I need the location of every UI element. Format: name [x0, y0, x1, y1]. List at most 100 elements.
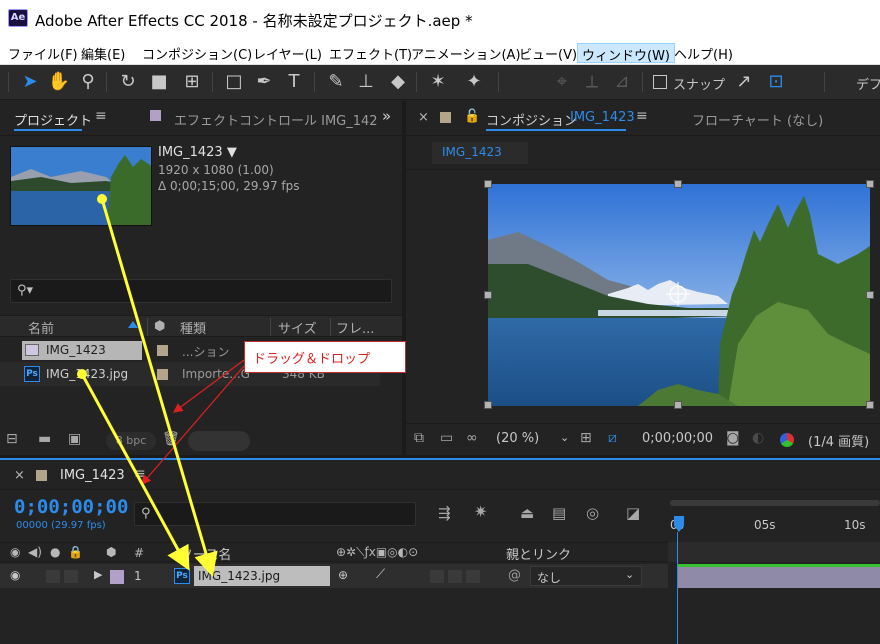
column-type[interactable]: 種類: [180, 318, 206, 338]
video-visibility-icon[interactable]: ◉: [10, 545, 20, 559]
world-axis-icon[interactable]: ⟂: [580, 69, 604, 95]
menu-window[interactable]: ウィンドウ(W): [577, 43, 675, 64]
snap-target-icon[interactable]: ⊡: [764, 69, 788, 95]
region-of-interest-icon[interactable]: ⧄: [608, 430, 617, 446]
monitor-icon[interactable]: ▭: [440, 430, 453, 446]
roto-brush-tool-icon[interactable]: ✶: [426, 69, 450, 95]
menu-file[interactable]: ファイル(F): [4, 43, 82, 63]
show-snapshot-icon[interactable]: ◐: [752, 430, 764, 446]
layer-row[interactable]: ◉ ▶ 1 Ps IMG_1423.jpg ⊕ ⟋ @ なし ⌄: [0, 564, 668, 588]
layer-visibility-eye-icon[interactable]: ◉: [10, 568, 20, 582]
panel-overflow-chevron-icon[interactable]: »: [382, 107, 391, 125]
transform-handle[interactable]: [484, 401, 492, 409]
transform-handle[interactable]: [484, 180, 492, 188]
composition-mini-flowchart-icon[interactable]: ⇶: [438, 504, 451, 522]
work-area-bar[interactable]: [670, 500, 880, 506]
transform-handle[interactable]: [484, 291, 492, 299]
tab-project[interactable]: プロジェクト: [14, 110, 92, 129]
pen-tool-icon[interactable]: ✒: [252, 69, 276, 95]
always-preview-icon[interactable]: ⧉: [414, 430, 424, 446]
column-name[interactable]: 名前: [28, 318, 54, 338]
selection-tool-icon[interactable]: ➤: [18, 69, 42, 95]
menu-view[interactable]: ビュー(V): [515, 43, 581, 63]
tab-effect-controls[interactable]: エフェクトコントロール IMG_142: [174, 110, 378, 129]
composition-tab-menu-icon[interactable]: ≡: [636, 108, 648, 124]
layer-label-swatch[interactable]: [110, 570, 124, 584]
transform-handle[interactable]: [866, 180, 874, 188]
chevron-down-icon[interactable]: ⌄: [560, 431, 569, 444]
tab-composition-name[interactable]: IMG_1423: [570, 110, 635, 125]
column-size[interactable]: サイズ: [278, 318, 317, 338]
lock-icon[interactable]: 🔓: [464, 109, 480, 124]
lock-icon[interactable]: 🔒: [68, 545, 83, 559]
trash-icon[interactable]: 🗑: [162, 431, 180, 447]
transform-handle[interactable]: [674, 401, 682, 409]
view-axis-icon[interactable]: ⊿: [610, 69, 634, 95]
menu-help[interactable]: ヘルプ(H): [670, 43, 737, 63]
layer-switch-box[interactable]: [466, 570, 480, 583]
label-tag-icon[interactable]: ⬢: [106, 545, 116, 559]
rotation-tool-icon[interactable]: ↻: [116, 69, 140, 95]
composition-canvas[interactable]: [488, 184, 870, 406]
snap-option-icon[interactable]: ↗: [732, 69, 756, 95]
time-ruler[interactable]: 0s 05s 10s: [668, 490, 880, 540]
tab-flowchart[interactable]: フローチャート (なし): [692, 110, 823, 129]
parent-dropdown[interactable]: なし ⌄: [530, 566, 642, 586]
type-tool-icon[interactable]: T: [282, 69, 306, 95]
snap-checkbox[interactable]: [653, 75, 667, 89]
tab-composition[interactable]: コンポジション: [486, 110, 577, 129]
eraser-tool-icon[interactable]: ◆: [386, 69, 410, 95]
column-frame-rate[interactable]: フレ...: [336, 318, 374, 338]
layer-solo-toggle[interactable]: [46, 570, 60, 583]
transform-handle[interactable]: [866, 291, 874, 299]
resolution-dropdown[interactable]: (1/4 画質): [808, 431, 869, 450]
new-folder-icon[interactable]: ▬: [38, 431, 51, 447]
color-channels-icon[interactable]: [780, 433, 794, 447]
grid-guides-icon[interactable]: ⊞: [580, 430, 592, 446]
timeline-current-time[interactable]: 0;00;00;00: [14, 496, 128, 518]
zoom-level-dropdown[interactable]: (20 %): [496, 431, 539, 446]
layer-switch-box[interactable]: [430, 570, 444, 583]
project-search-input[interactable]: ⚲▾: [10, 279, 392, 303]
solo-icon[interactable]: ●: [50, 545, 60, 559]
source-name-header[interactable]: ソース名: [180, 544, 231, 563]
transform-handle[interactable]: [866, 401, 874, 409]
hide-shy-layers-icon[interactable]: ⏏: [520, 504, 534, 522]
label-color-swatch[interactable]: [157, 369, 168, 380]
motion-blur-icon[interactable]: ◎: [586, 504, 599, 522]
parent-pick-whip-icon[interactable]: @: [508, 568, 521, 583]
menu-effect[interactable]: エフェクト(T): [325, 43, 416, 63]
menu-edit[interactable]: 編集(E): [77, 43, 129, 63]
timeline-search-input[interactable]: ⚲: [134, 502, 416, 526]
bit-depth-button[interactable]: 8 bpc: [106, 432, 156, 450]
puppet-pin-tool-icon[interactable]: ✦: [462, 69, 486, 95]
current-time-display[interactable]: 0;00;00;00: [642, 431, 713, 446]
new-composition-icon[interactable]: ▣: [68, 431, 81, 447]
close-tab-icon[interactable]: ×: [418, 110, 429, 125]
mask-visibility-icon[interactable]: ∞: [466, 430, 478, 446]
tab-project-menu-icon[interactable]: ≡: [95, 108, 107, 124]
local-axis-icon[interactable]: ⌖: [550, 69, 574, 95]
timeline-tab-menu-icon[interactable]: ≡: [134, 466, 146, 482]
rectangle-tool-icon[interactable]: □: [222, 69, 246, 95]
label-color-swatch[interactable]: [157, 345, 168, 356]
graph-editor-icon[interactable]: ◪: [626, 504, 640, 522]
layer-name-field[interactable]: IMG_1423.jpg: [194, 566, 330, 586]
expand-arrow-icon[interactable]: ▶: [94, 568, 102, 581]
clone-stamp-tool-icon[interactable]: ⊥: [354, 69, 378, 95]
brush-tool-icon[interactable]: ✎: [324, 69, 348, 95]
quality-switch-icon[interactable]: ⟋: [376, 567, 385, 582]
audio-icon[interactable]: ◀): [28, 545, 42, 559]
layer-duration-bar[interactable]: [678, 564, 880, 588]
hand-tool-icon[interactable]: ✋: [47, 69, 71, 95]
camera-tool-icon[interactable]: ■: [147, 69, 171, 95]
snapshot-camera-icon[interactable]: ◙: [726, 430, 740, 446]
layer-lock-toggle[interactable]: [64, 570, 78, 583]
parent-link-header[interactable]: 親とリンク: [506, 544, 571, 563]
menu-layer[interactable]: レイヤー(L): [249, 43, 326, 63]
zoom-tool-icon[interactable]: ⚲: [76, 69, 100, 95]
menu-animation[interactable]: アニメーション(A): [407, 43, 525, 63]
workspace-default-label[interactable]: デフ: [856, 74, 880, 93]
project-item-name[interactable]: IMG_1423 ▼: [158, 145, 237, 160]
draft-3d-icon[interactable]: ✷: [474, 502, 487, 521]
